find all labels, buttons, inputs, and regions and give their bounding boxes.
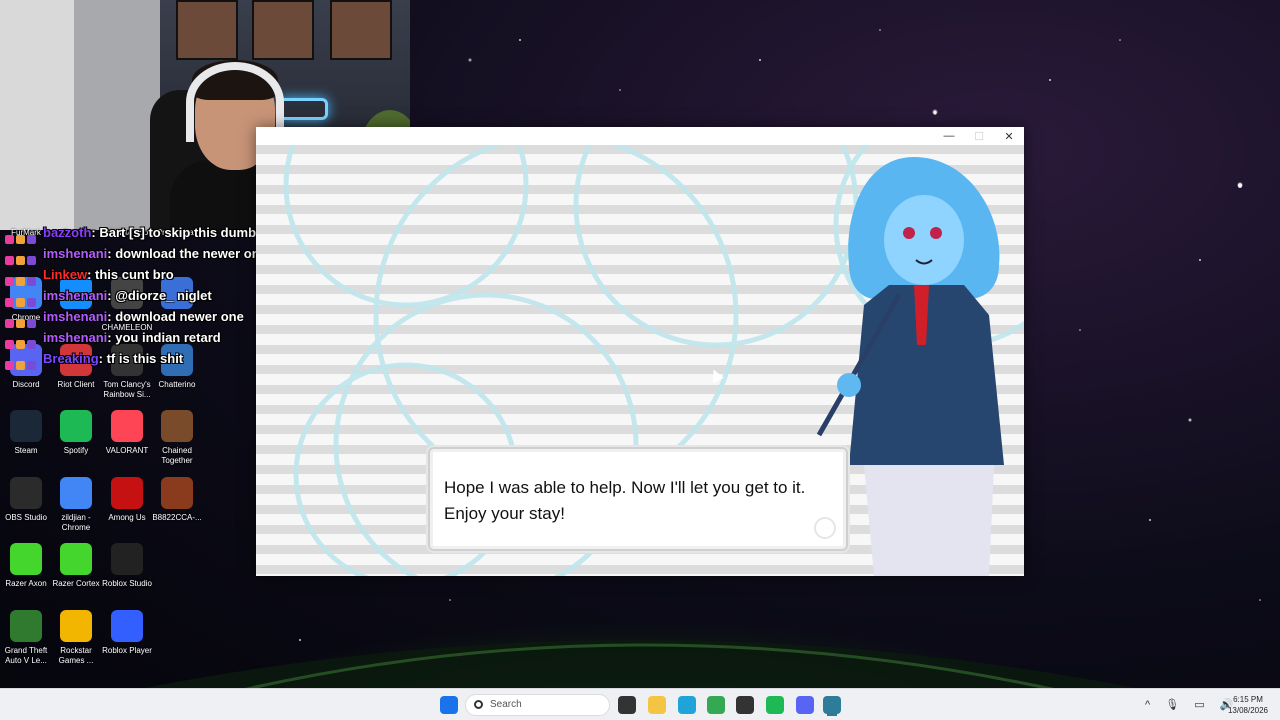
active-app-icon[interactable] [823, 696, 841, 714]
chat-badges-icon [5, 229, 43, 244]
chat-text: : you indian retard [107, 330, 221, 345]
chrome-icon[interactable] [707, 696, 725, 714]
desktop-shortcut[interactable]: Razer Axon [0, 543, 52, 589]
clock-date: 13/08/2026 [1227, 706, 1268, 715]
rockstar-icon [60, 610, 92, 642]
desktop-shortcut-label: Roblox Studio [102, 579, 152, 588]
desktop-shortcut-label: Among Us [108, 513, 146, 522]
chat-username: Breaking [43, 351, 99, 366]
desktop-shortcut-label: Roblox Player [102, 646, 152, 655]
desktop-shortcut[interactable]: Among Us [101, 477, 153, 523]
chat-username: imshenani [43, 288, 108, 303]
desktop-shortcut[interactable]: Steam [0, 410, 52, 456]
desktop-shortcut[interactable]: Rockstar Games ... [50, 610, 102, 666]
desktop-shortcut-label: VALORANT [105, 446, 149, 455]
desktop-shortcut[interactable]: Razer Cortex [50, 543, 102, 589]
desktop-shortcut-label: Razer Cortex [52, 579, 100, 588]
spotify-icon [60, 410, 92, 442]
desktop-shortcut-label: B8822CCA-... [152, 513, 202, 522]
desktop-shortcut[interactable]: zildjian - Chrome [50, 477, 102, 533]
taskbar: Search ^ 🎙 ▭ 🔊 6:15 PM 13/08/2026 [0, 688, 1280, 720]
desktop-shortcut[interactable]: OBS Studio [0, 477, 52, 523]
steam-icon [10, 410, 42, 442]
desktop-shortcut-label: Tom Clancy's Rainbow Si... [103, 380, 151, 399]
visual-novel-scene[interactable]: Hope I was able to help. Now I'll let yo… [256, 145, 1024, 576]
discord-icon[interactable] [796, 696, 814, 714]
chat-badges-icon [5, 271, 43, 286]
desktop-shortcut-label: Discord [12, 380, 40, 389]
clock-time: 6:15 PM [1233, 695, 1263, 704]
valorant-icon [111, 410, 143, 442]
razer-cortex-icon [60, 543, 92, 575]
desktop-shortcut-label: Grand Theft Auto V Le... [4, 646, 48, 665]
window-titlebar[interactable]: — ☐ ✕ [410, 127, 1024, 145]
desktop-shortcut[interactable]: B8822CCA-... [151, 477, 203, 523]
desktop-shortcut[interactable] [151, 543, 203, 579]
edge-icon[interactable] [678, 696, 696, 714]
chat-username: Linkew [43, 267, 88, 282]
desktop-shortcut-label: Rockstar Games ... [58, 646, 94, 665]
chat-text: : this cunt bro [87, 267, 174, 282]
chat-badges-icon [5, 313, 43, 328]
close-button[interactable]: ✕ [994, 127, 1024, 145]
chat-username: bazzoth [43, 225, 92, 240]
wall-picture [176, 0, 238, 60]
chat-text: : @diorze_ niglet [107, 288, 212, 303]
file-explorer-icon[interactable] [648, 696, 666, 714]
desktop-shortcut[interactable]: Spotify [50, 410, 102, 456]
game-file-icon [161, 477, 193, 509]
system-tray-icons[interactable]: ^ 🎙 ▭ 🔊 [1145, 698, 1239, 711]
desktop-shortcut-label: Steam [14, 446, 38, 455]
chat-badges-icon [5, 355, 43, 370]
desktop-shortcut[interactable]: Grand Theft Auto V Le... [0, 610, 52, 666]
search-placeholder: Search [490, 699, 522, 710]
chat-text: : download newer one [107, 309, 244, 324]
wall-picture [252, 0, 314, 60]
windows-start-icon[interactable] [440, 696, 458, 714]
obs-icon[interactable] [736, 696, 754, 714]
task-view-icon[interactable] [618, 696, 636, 714]
chat-username: imshenani [43, 309, 108, 324]
desktop-shortcut[interactable]: Roblox Player [101, 610, 153, 656]
wall-picture [330, 0, 392, 60]
desktop-shortcut[interactable]: VALORANT [101, 410, 153, 456]
chat-badges-icon [5, 292, 43, 307]
maximize-button: ☐ [974, 130, 984, 143]
chrome-profile-icon [60, 477, 92, 509]
dialogue-text: Hope I was able to help. Now I'll let yo… [444, 478, 806, 523]
desktop-shortcut[interactable]: Chained Together [151, 410, 203, 466]
roblox-studio-icon [111, 543, 143, 575]
desktop-shortcut-label: Riot Client [57, 380, 95, 389]
blank-icon [161, 543, 193, 575]
chat-text: : tf is this shit [98, 351, 184, 366]
razer-axon-icon [10, 543, 42, 575]
spotify-icon[interactable] [766, 696, 784, 714]
neon-sign [278, 98, 328, 120]
desktop-shortcut-label: OBS Studio [5, 513, 47, 522]
dialogue-box[interactable]: Hope I was able to help. Now I'll let yo… [428, 447, 848, 551]
desktop-shortcut-label: Razer Axon [5, 579, 47, 588]
chat-badges-icon [5, 334, 43, 349]
advance-indicator-icon[interactable] [814, 517, 836, 539]
chat-username: imshenani [43, 246, 108, 261]
desktop-shortcut-label: Chatterino [158, 380, 196, 389]
desktop-shortcut[interactable]: Roblox Studio [101, 543, 153, 589]
chat-username: imshenani [43, 330, 108, 345]
app-window[interactable]: — ☐ ✕ Hope I was able to help. Now I'll … [256, 127, 1024, 576]
among-us-icon [111, 477, 143, 509]
roblox-player-icon [111, 610, 143, 642]
minimize-button[interactable]: — [934, 127, 964, 145]
obs-icon [10, 477, 42, 509]
desktop-shortcut-label: zildjian - Chrome [61, 513, 91, 532]
taskbar-search[interactable]: Search [465, 694, 610, 716]
clock[interactable]: 6:15 PM 13/08/2026 [1228, 694, 1268, 716]
chat-badges-icon [5, 250, 43, 265]
search-icon [474, 700, 483, 709]
gta-v-icon [10, 610, 42, 642]
desktop-shortcut-label: Spotify [63, 446, 89, 455]
chained-together-icon [161, 410, 193, 442]
desktop-shortcut-label: Chained Together [161, 446, 193, 465]
